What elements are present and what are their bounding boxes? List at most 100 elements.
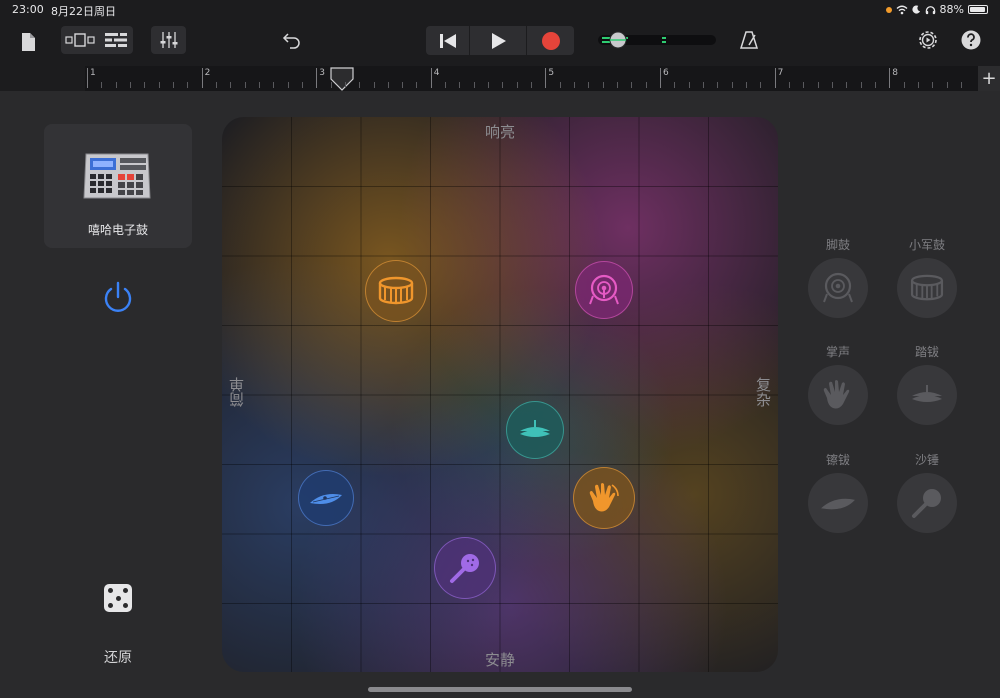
record-icon (542, 31, 560, 50)
mixer-sliders-icon (160, 32, 177, 48)
ruler-tick (846, 82, 848, 88)
ruler-tick (101, 82, 103, 88)
undo-button[interactable] (278, 26, 306, 54)
kick-drum-icon (823, 272, 853, 303)
puck-snare[interactable] (365, 260, 427, 322)
puck-maracas[interactable] (434, 537, 496, 599)
instrument-kick[interactable]: 脚鼓 (807, 236, 869, 318)
ruler-tick (932, 82, 934, 88)
ruler-tick (631, 82, 633, 88)
record-button[interactable] (528, 26, 574, 55)
ruler-bar-line (430, 68, 432, 88)
instrument-hihat[interactable]: 踏钹 (896, 343, 958, 425)
home-indicator[interactable] (368, 687, 632, 692)
mixer-button[interactable] (151, 26, 186, 54)
ruler-tick (717, 82, 719, 88)
pad-axis-left: 简单 (228, 377, 246, 407)
power-button[interactable] (100, 280, 136, 316)
ruler-tick (960, 82, 962, 88)
ruler-tick (602, 82, 604, 88)
tracks-view-button[interactable] (99, 26, 133, 54)
ruler-tick (359, 82, 361, 88)
kick-drum-icon (589, 274, 619, 305)
toolbar (0, 20, 1000, 66)
metronome-button[interactable] (736, 26, 762, 54)
instrument-cymbal[interactable]: 镲钹 (807, 451, 869, 533)
instrument-maracas[interactable]: 沙锤 (896, 451, 958, 533)
ruler-tick (459, 82, 461, 88)
playhead-icon[interactable] (330, 67, 354, 91)
puck-cymbal[interactable] (298, 470, 354, 526)
timeline-ruler[interactable]: 1 2 3 4 5 6 7 8 + (0, 66, 1000, 91)
ruler-tick (416, 82, 418, 88)
ruler-tick (129, 82, 131, 88)
snare-drum-icon (378, 276, 414, 305)
ruler-bar-line (660, 68, 661, 88)
ruler-tick (258, 82, 260, 88)
ruler-tick (273, 82, 275, 88)
play-icon (491, 32, 506, 49)
status-date: 8月22日周日 (51, 5, 116, 18)
my-songs-button[interactable] (14, 28, 42, 56)
instrument-label: 镲钹 (825, 453, 850, 467)
dice-icon[interactable] (104, 584, 132, 612)
ruler-tick (860, 82, 862, 88)
ruler-tick (588, 82, 590, 88)
ruler-tick (574, 82, 576, 88)
ruler-tick (344, 82, 346, 88)
document-icon (22, 33, 35, 51)
hihat-icon (520, 420, 550, 437)
reset-button[interactable]: 还原 (88, 647, 148, 667)
ruler-tick (473, 82, 475, 88)
ruler-tick (502, 82, 504, 88)
puck-clap[interactable] (573, 467, 635, 529)
instrument-label: 脚鼓 (825, 238, 850, 252)
drum-kit-selector[interactable]: 嘻哈电子鼓 (44, 124, 192, 248)
ruler-bar-line (889, 68, 891, 88)
wifi-icon (896, 5, 908, 14)
master-volume-slider[interactable] (596, 30, 718, 50)
hand-clap-icon (823, 380, 850, 409)
ruler-tick (803, 82, 805, 88)
settings-button[interactable] (914, 26, 942, 54)
maracas-icon (912, 489, 941, 518)
drum-machine-icon (83, 153, 151, 199)
help-button[interactable] (958, 27, 984, 53)
ruler-tick (330, 82, 332, 88)
ruler-bar-line (316, 68, 318, 88)
instrument-view-icon (65, 33, 95, 47)
instrument-snare[interactable]: 小军鼓 (896, 236, 958, 318)
ruler-tick (874, 82, 876, 88)
instrument-label: 踏钹 (914, 345, 939, 359)
ruler-tick (946, 82, 948, 88)
gear-icon (919, 31, 937, 49)
hand-clap-icon (589, 483, 619, 512)
xy-pad[interactable]: 响亮 安静 简单 复杂 (222, 117, 778, 672)
ruler-tick (244, 82, 246, 88)
ruler-tick (115, 82, 117, 88)
ruler-bar-line (201, 68, 203, 88)
ruler-tick (760, 82, 762, 88)
undo-icon (282, 33, 300, 49)
add-section-button[interactable]: + (978, 66, 1000, 91)
instrument-label: 掌声 (825, 345, 850, 359)
play-button[interactable] (471, 26, 527, 55)
ruler-tick (187, 82, 189, 88)
go-to-start-button[interactable] (426, 26, 470, 55)
ruler-tick (287, 82, 289, 88)
instrument-clap[interactable]: 掌声 (807, 343, 869, 425)
ruler-bar-number: 3 (319, 68, 325, 78)
maracas-icon (450, 554, 479, 583)
ruler-strip[interactable]: 1 2 3 4 5 6 7 8 (85, 66, 978, 91)
ruler-tick (301, 82, 303, 88)
puck-hihat[interactable] (506, 401, 564, 459)
battery-percent: 88% (939, 3, 964, 16)
ruler-tick (788, 82, 790, 88)
ruler-bar-number: 6 (663, 68, 669, 78)
instrument-view-button[interactable] (63, 26, 97, 54)
puck-kick[interactable] (575, 261, 633, 319)
ruler-tick (445, 82, 447, 88)
ruler-tick (674, 82, 676, 88)
ruler-bar-line (545, 68, 547, 88)
ruler-tick (172, 82, 174, 88)
